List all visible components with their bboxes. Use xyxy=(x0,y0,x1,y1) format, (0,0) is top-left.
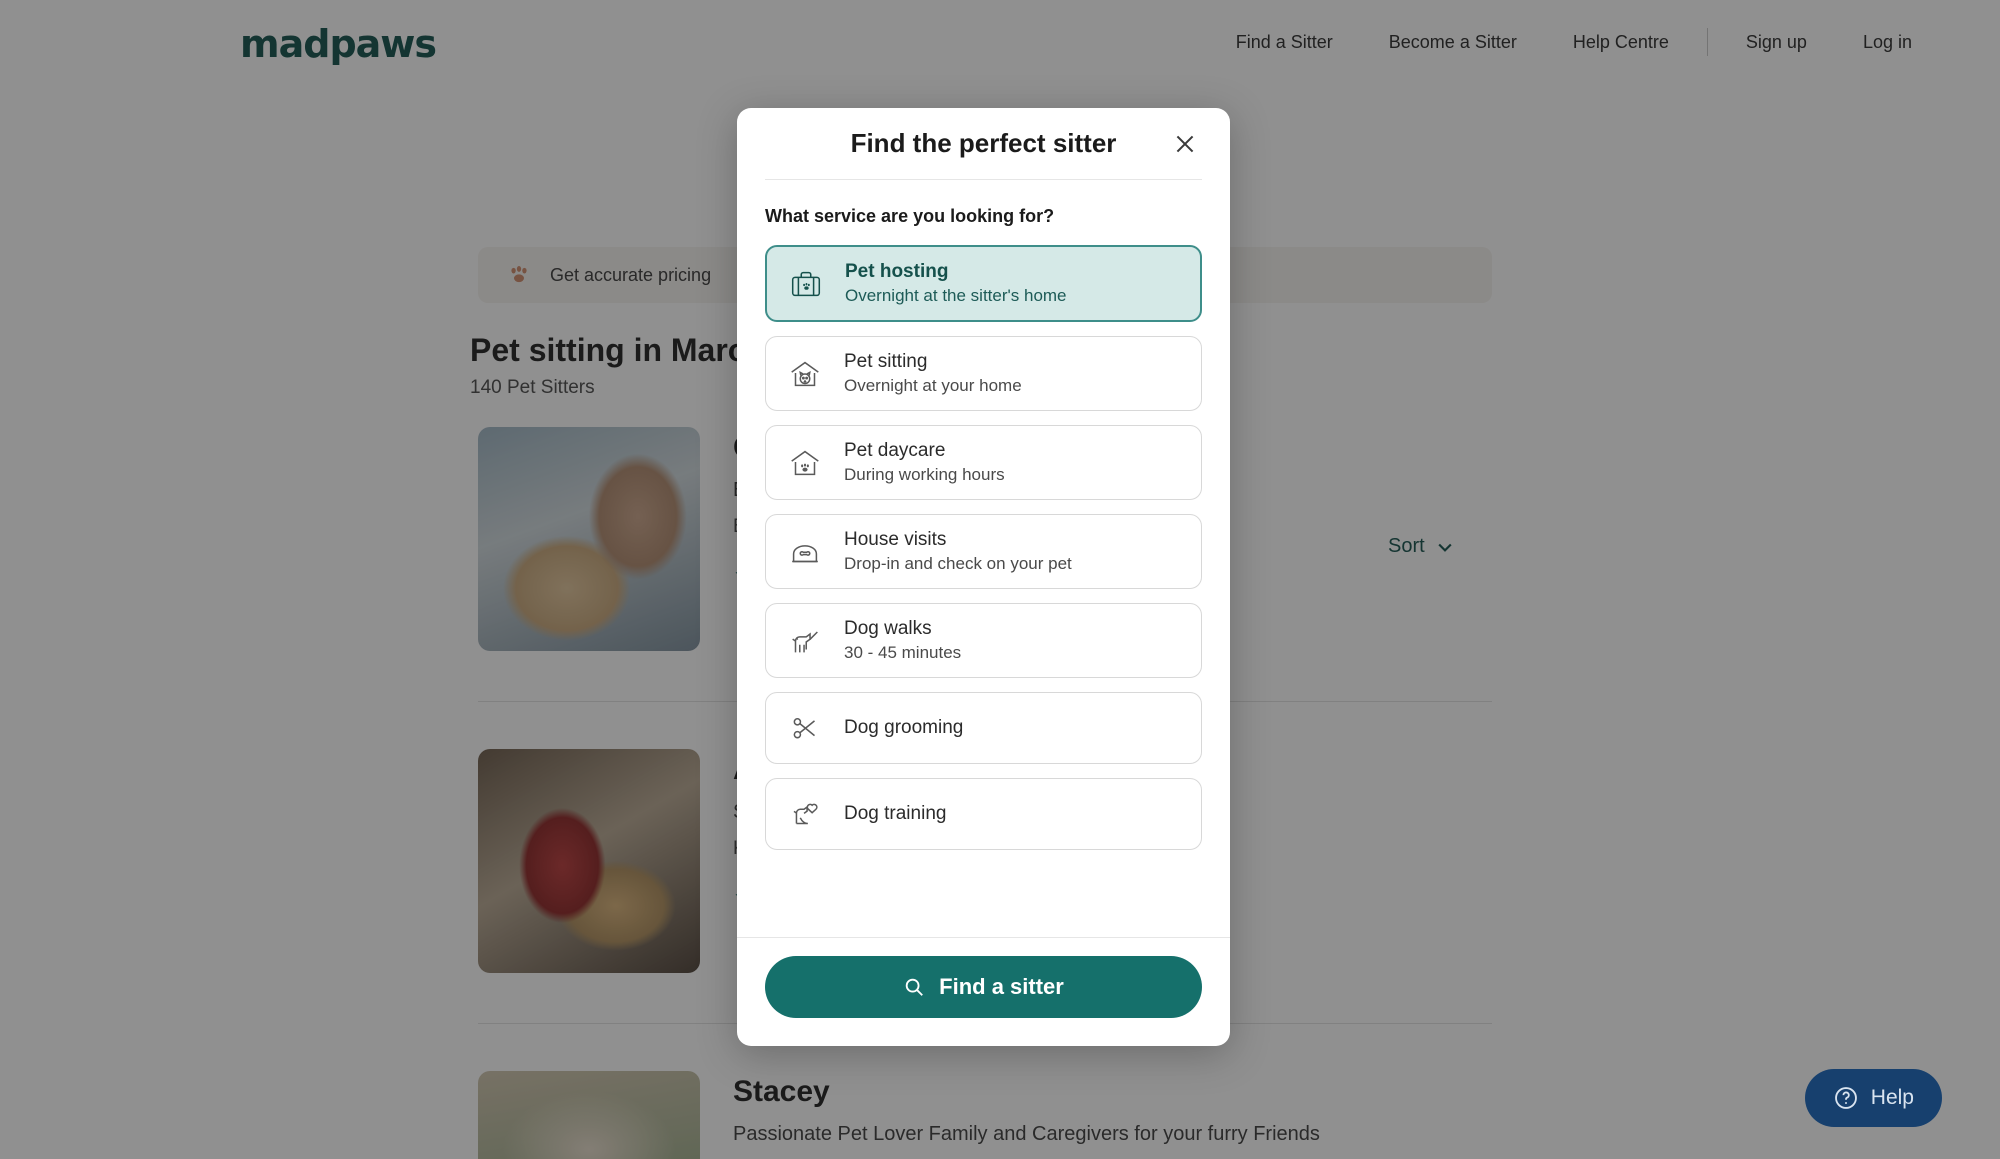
service-option-dog-walks[interactable]: Dog walks 30 - 45 minutes xyxy=(765,603,1202,678)
food-bowl-icon xyxy=(784,531,826,573)
option-text: Pet daycare During working hours xyxy=(844,440,1005,485)
help-label: Help xyxy=(1870,1086,1914,1109)
option-text: Pet sitting Overnight at your home xyxy=(844,351,1022,396)
page-root: madpaws Find a Sitter Become a Sitter He… xyxy=(0,0,2000,1159)
option-title: Pet daycare xyxy=(844,440,946,461)
option-subtitle: Drop-in and check on your pet xyxy=(844,554,1072,573)
service-option-pet-daycare[interactable]: Pet daycare During working hours xyxy=(765,425,1202,500)
dog-heart-icon xyxy=(784,793,826,835)
dog-leash-icon xyxy=(784,620,826,662)
cta-label: Find a sitter xyxy=(939,974,1064,999)
option-title: Dog grooming xyxy=(844,717,964,738)
option-subtitle: During working hours xyxy=(844,465,1005,484)
option-subtitle: Overnight at your home xyxy=(844,376,1022,395)
service-option-pet-hosting[interactable]: Pet hosting Overnight at the sitter's ho… xyxy=(765,245,1202,322)
modal-footer: Find a sitter xyxy=(737,937,1230,1046)
close-icon[interactable] xyxy=(1168,127,1202,161)
scissors-icon xyxy=(784,707,826,749)
question-mark-icon xyxy=(1833,1085,1859,1111)
option-title: Pet hosting xyxy=(845,261,949,282)
option-title: Dog walks xyxy=(844,618,932,639)
option-text: House visits Drop-in and check on your p… xyxy=(844,529,1072,574)
find-sitter-modal: Find the perfect sitter What service are… xyxy=(737,108,1230,1046)
service-option-dog-training[interactable]: Dog training xyxy=(765,778,1202,850)
modal-body: What service are you looking for? Pet ho… xyxy=(737,180,1230,937)
help-widget-button[interactable]: Help xyxy=(1804,1069,1942,1127)
house-dog-icon xyxy=(784,353,826,395)
option-subtitle: Overnight at the sitter's home xyxy=(845,286,1067,305)
service-option-pet-sitting[interactable]: Pet sitting Overnight at your home xyxy=(765,336,1202,411)
modal-header: Find the perfect sitter xyxy=(765,108,1202,180)
option-text: Dog training xyxy=(844,803,946,825)
modal-title: Find the perfect sitter xyxy=(850,128,1117,158)
option-text: Dog grooming xyxy=(844,717,963,739)
service-option-house-visits[interactable]: House visits Drop-in and check on your p… xyxy=(765,514,1202,589)
option-text: Dog walks 30 - 45 minutes xyxy=(844,618,961,663)
option-text: Pet hosting Overnight at the sitter's ho… xyxy=(845,261,1067,306)
service-question: What service are you looking for? xyxy=(765,206,1055,226)
option-title: Dog training xyxy=(844,803,947,824)
suitcase-paw-icon xyxy=(785,263,827,305)
search-icon xyxy=(903,976,925,998)
option-subtitle: 30 - 45 minutes xyxy=(844,643,962,662)
house-paw-icon xyxy=(784,442,826,484)
option-title: Pet sitting xyxy=(844,351,928,372)
find-a-sitter-button[interactable]: Find a sitter xyxy=(765,956,1202,1018)
service-option-dog-grooming[interactable]: Dog grooming xyxy=(765,692,1202,764)
option-title: House visits xyxy=(844,529,947,550)
